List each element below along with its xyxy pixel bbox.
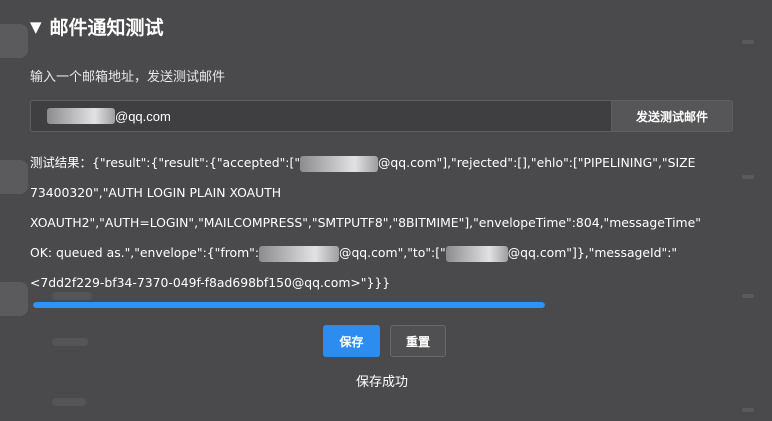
result-text: @qq.com"]},"messageId":" (507, 245, 678, 260)
result-text: @qq.com"],"rejected":[],"ehlo":["PIPELIN… (378, 155, 696, 170)
result-text: @qq.com","to":[" (339, 245, 446, 260)
result-line: <7dd2f229-bf34-7370-049f-f8ad698bf150@qq… (30, 268, 746, 298)
section-header[interactable]: ▼ 邮件通知测试 (30, 13, 164, 40)
progress-fill (33, 302, 545, 308)
redacted-text (300, 155, 379, 172)
result-text: XOAUTH2","AUTH=LOGIN","MAILCOMPRESS","SM… (30, 215, 701, 230)
test-result: 测试结果：{"result":{"result":{"accepted":[" @… (30, 148, 746, 298)
email-hint: 输入一个邮箱地址，发送测试邮件 (30, 70, 226, 85)
result-line: 测试结果：{"result":{"result":{"accepted":[" @… (30, 148, 746, 178)
result-line: 73400320","AUTH LOGIN PLAIN XOAUTH (30, 178, 746, 208)
email-domain: @qq.com (115, 108, 171, 124)
mail-test-panel: ▼ 邮件通知测试 输入一个邮箱地址，发送测试邮件 @qq.com 发送测试邮件 … (0, 0, 772, 421)
result-text: 测试结果：{"result":{"result":{"accepted":[" (30, 155, 301, 170)
redacted-text (259, 245, 340, 262)
section-title: 邮件通知测试 (49, 17, 164, 39)
result-text: <7dd2f229-bf34-7370-049f-f8ad698bf150@qq… (30, 275, 391, 290)
result-text: OK: queued as.","envelope":{"from": (30, 245, 260, 260)
redacted-text (445, 245, 508, 262)
result-text: 73400320","AUTH LOGIN PLAIN XOAUTH (30, 185, 282, 200)
reset-button[interactable]: 重置 (390, 325, 446, 357)
send-test-email-button[interactable]: 发送测试邮件 (611, 100, 733, 132)
result-line: OK: queued as.","envelope":{"from": @qq.c… (30, 238, 746, 268)
save-button[interactable]: 保存 (323, 325, 380, 357)
email-input[interactable]: @qq.com (30, 100, 611, 132)
collapse-triangle-icon[interactable]: ▼ (30, 18, 42, 36)
result-line: XOAUTH2","AUTH=LOGIN","MAILCOMPRESS","SM… (30, 208, 746, 238)
email-input-group: @qq.com 发送测试邮件 (30, 100, 733, 132)
save-status-message: 保存成功 (356, 375, 409, 390)
progress-bar (33, 302, 545, 308)
redacted-email-user (47, 108, 115, 124)
